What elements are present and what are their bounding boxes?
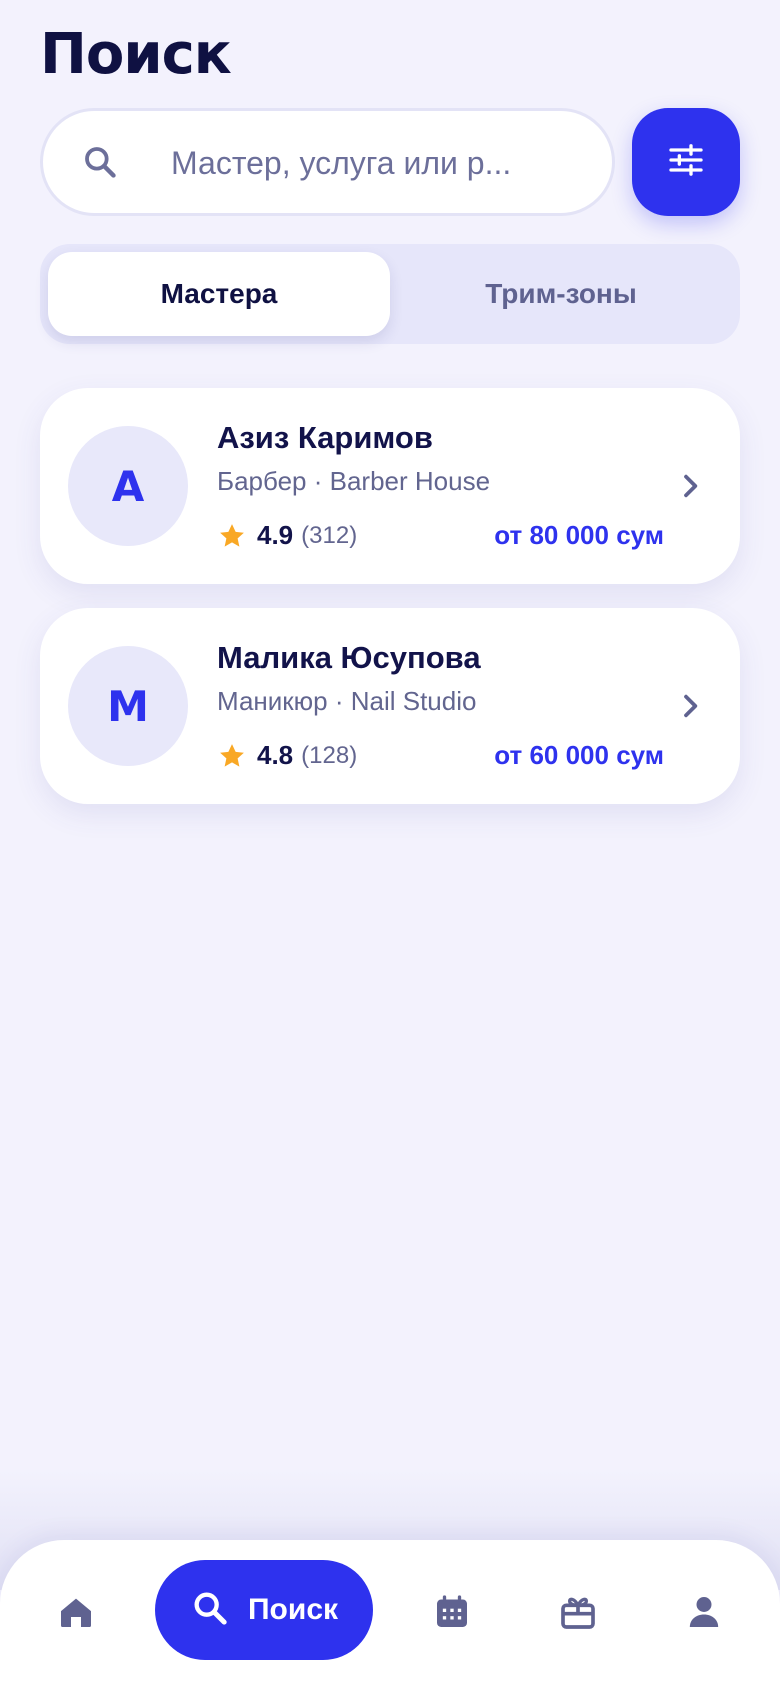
search-icon	[81, 143, 119, 181]
avatar: М	[68, 646, 188, 766]
master-card[interactable]: А Азиз Каримов Барбер · Barber House 4.9…	[40, 388, 740, 584]
rating-value: 4.8	[257, 740, 294, 770]
rating-row: 4.9 (312)	[217, 520, 357, 551]
chevron-right-icon	[674, 470, 706, 502]
tab-trim-zones[interactable]: Трим-зоны	[390, 252, 732, 336]
master-name: Азиз Каримов	[217, 420, 433, 455]
tab-profile[interactable]	[680, 1590, 728, 1638]
search-input[interactable]	[171, 131, 591, 195]
tab-masters[interactable]: Мастера	[48, 252, 390, 336]
price-label: от 60 000 сум	[494, 740, 664, 770]
filter-button[interactable]	[632, 108, 740, 216]
gift-icon	[558, 1592, 598, 1637]
segmented-control: Мастера Трим-зоны	[40, 244, 740, 344]
bottom-tab-bar: Поиск	[0, 1540, 780, 1688]
page-title: Поиск	[40, 22, 232, 87]
tab-search-label: Поиск	[247, 1593, 339, 1626]
rating-row: 4.8 (128)	[217, 740, 357, 771]
tab-search[interactable]: Поиск	[155, 1560, 373, 1660]
master-subtitle: Барбер · Barber House	[217, 466, 491, 496]
sliders-icon	[666, 140, 706, 185]
home-icon	[56, 1592, 96, 1637]
review-count: (312)	[301, 521, 358, 549]
tab-gifts[interactable]	[554, 1590, 602, 1638]
review-count: (128)	[301, 741, 358, 769]
avatar: А	[68, 426, 188, 546]
master-subtitle: Маникюр · Nail Studio	[217, 686, 477, 716]
tab-calendar[interactable]	[428, 1590, 476, 1638]
master-name: Малика Юсупова	[217, 640, 481, 675]
search-icon	[190, 1588, 230, 1633]
master-card[interactable]: М Малика Юсупова Маникюр · Nail Studio 4…	[40, 608, 740, 804]
search-box[interactable]	[40, 108, 615, 216]
calendar-icon	[432, 1592, 472, 1637]
price-label: от 80 000 сум	[494, 520, 664, 550]
chevron-right-icon	[674, 690, 706, 722]
star-icon	[217, 741, 247, 771]
tab-home[interactable]	[52, 1590, 100, 1638]
star-icon	[217, 521, 247, 551]
person-icon	[684, 1592, 724, 1637]
rating-value: 4.9	[257, 520, 294, 550]
